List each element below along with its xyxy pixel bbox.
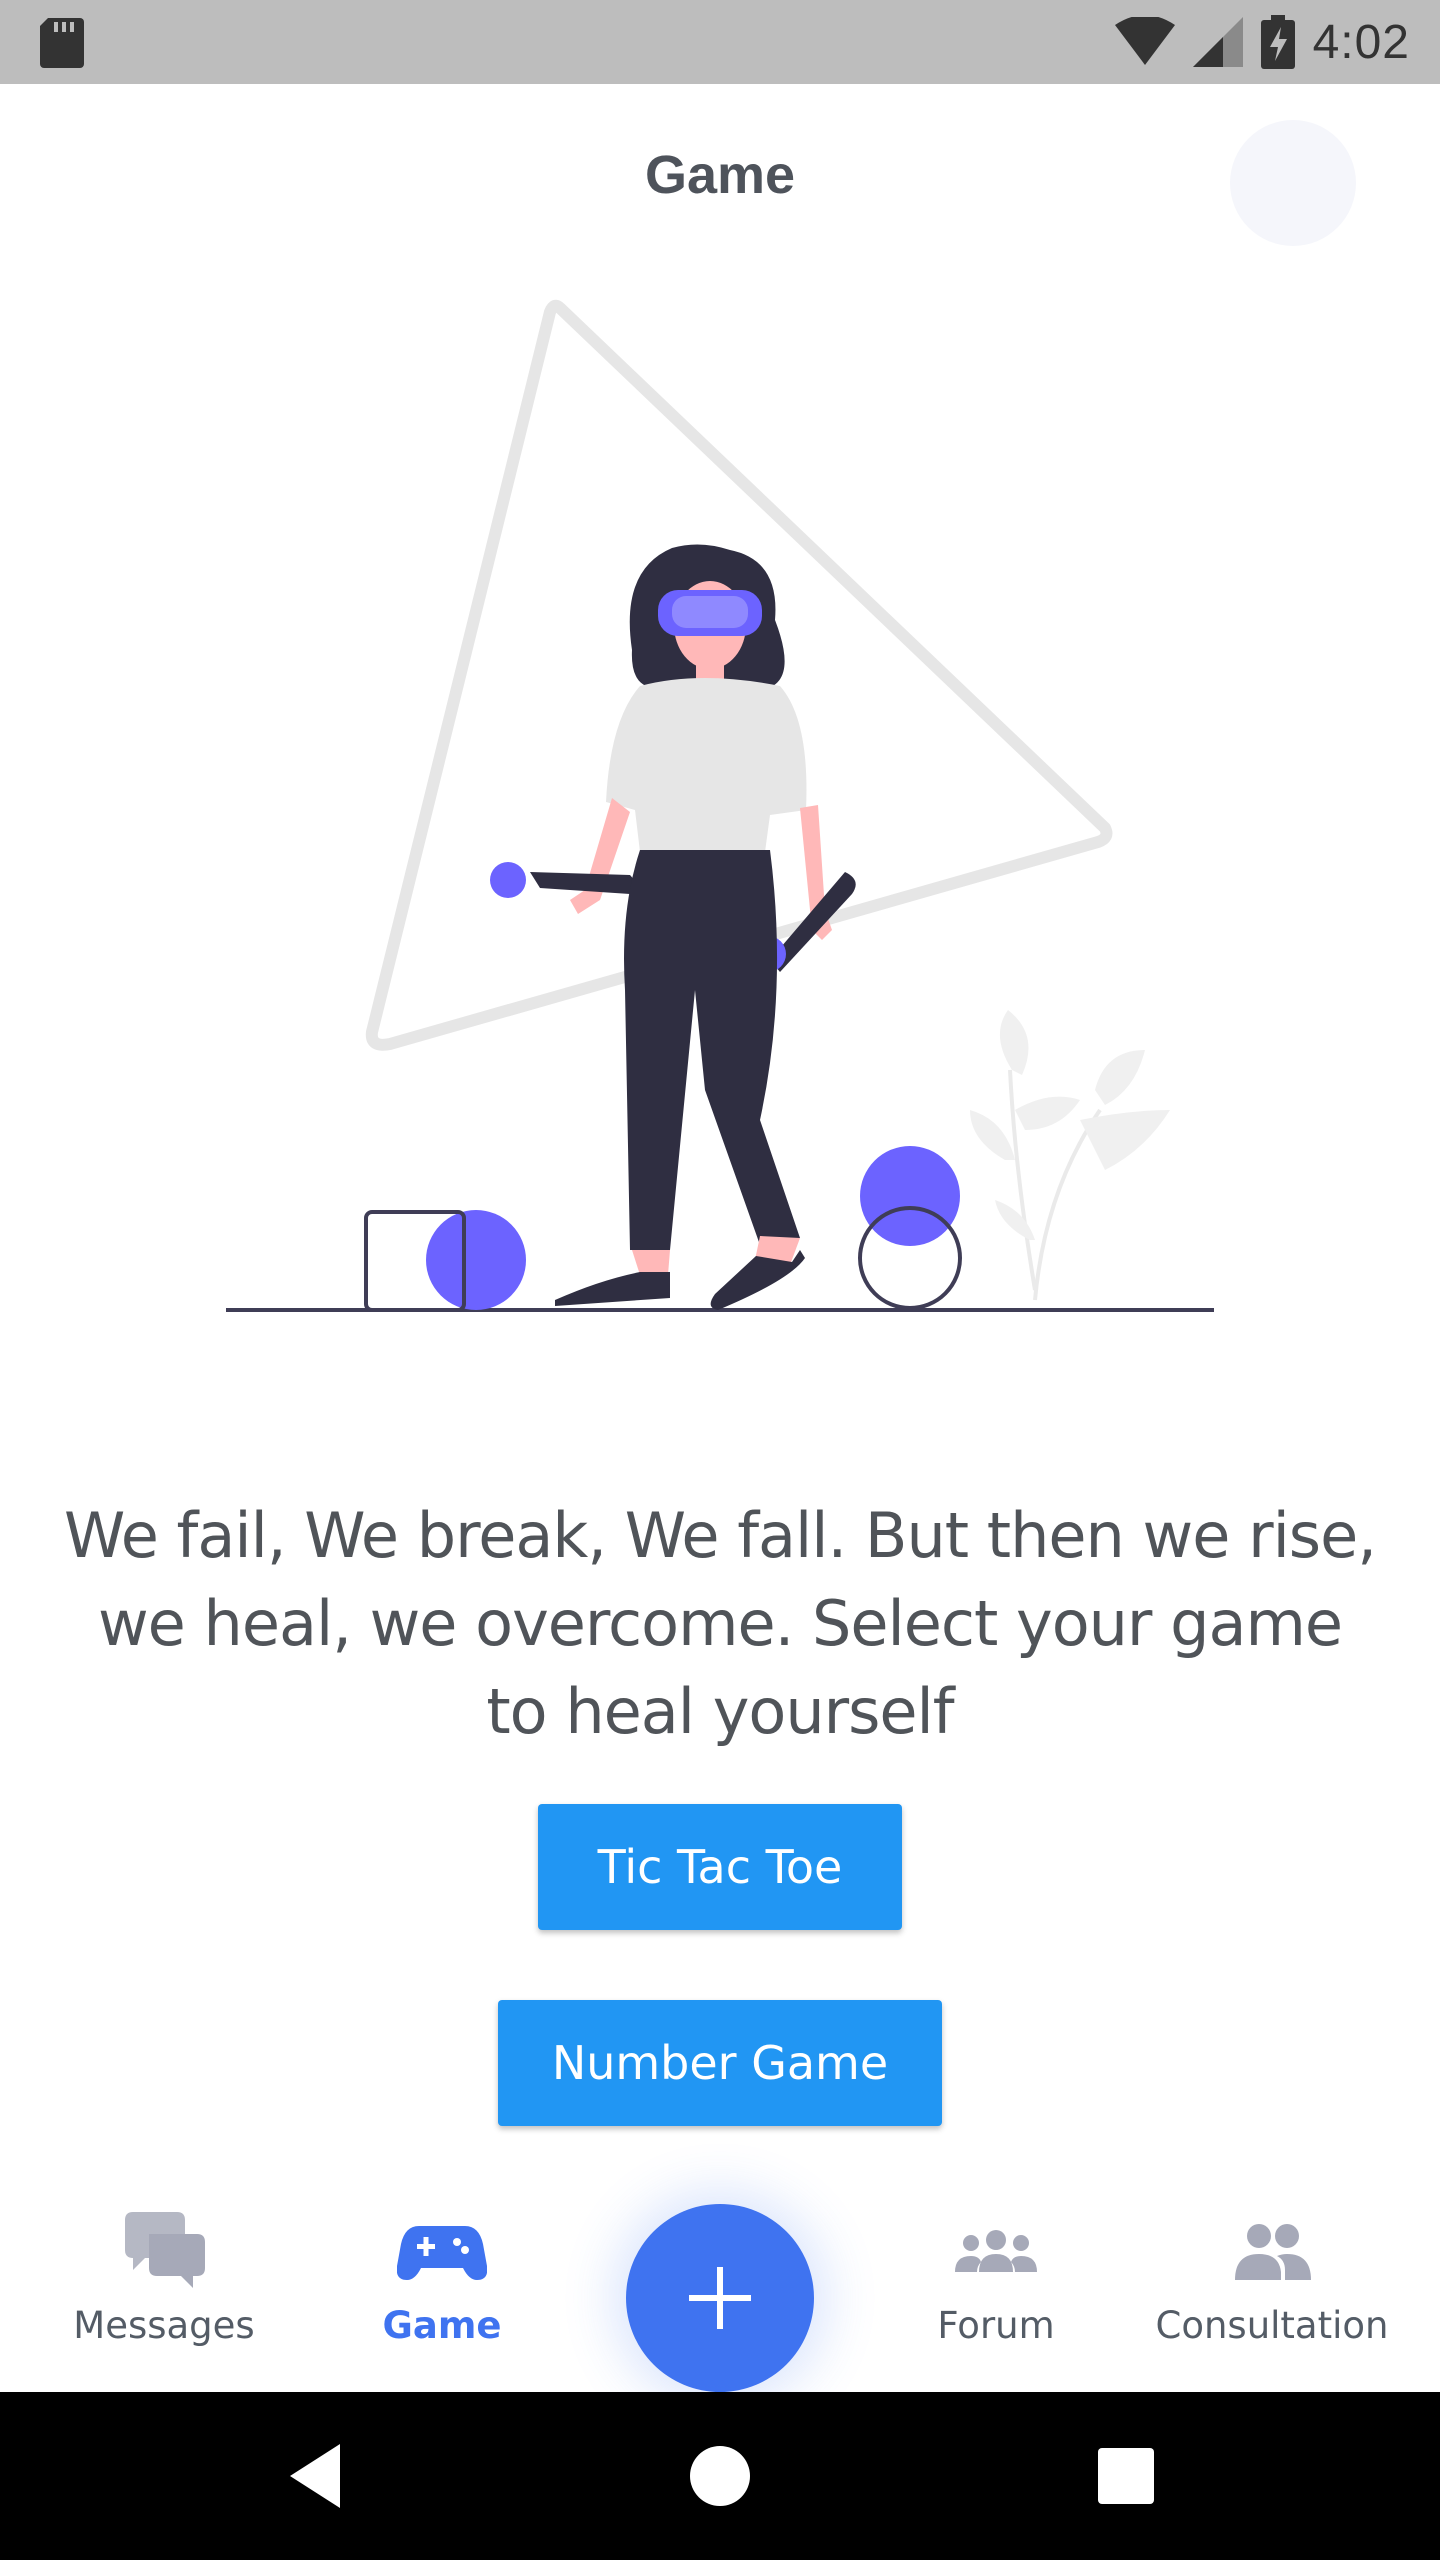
tic-tac-toe-button[interactable]: Tic Tac Toe [538, 1804, 902, 1930]
home-icon[interactable] [680, 2436, 760, 2516]
gamepad-icon [397, 2226, 487, 2280]
purple-ball [426, 1210, 526, 1310]
page-title: Game [644, 145, 796, 205]
nav-item-label: Forum [937, 2304, 1055, 2347]
plant-icon [970, 1010, 1170, 1301]
status-time: 4:02 [1312, 15, 1410, 69]
status-bar: 4:02 [0, 0, 1440, 84]
plus-icon [689, 2267, 751, 2329]
bottom-nav: Messages Game Forum Consultation [0, 2170, 1440, 2392]
nav-item-label: Messages [73, 2304, 255, 2347]
nav-item-game[interactable]: Game [304, 2210, 580, 2370]
system-nav-bar [0, 2392, 1440, 2560]
wifi-icon [1114, 17, 1175, 65]
add-button[interactable] [626, 2204, 814, 2392]
battery-charging-icon [1260, 15, 1295, 69]
back-icon[interactable] [278, 2436, 358, 2516]
motivational-quote: We fail, We break, We fall. But then we … [64, 1499, 1377, 1748]
nav-item-forum[interactable]: Forum [858, 2210, 1134, 2370]
nav-item-label: Consultation [1155, 2304, 1389, 2347]
avatar[interactable] [1230, 120, 1356, 246]
vr-woman-illustration [226, 299, 1214, 1312]
people-icon [1235, 2224, 1311, 2280]
nav-item-label: Game [382, 2304, 502, 2347]
group-icon [955, 2230, 1037, 2272]
app-bar: Game [0, 84, 1440, 280]
signal-icon [1192, 17, 1243, 67]
recents-icon[interactable] [1086, 2436, 1166, 2516]
sd-card-icon [40, 18, 84, 68]
woman-figure [490, 544, 856, 1310]
chat-bubbles-icon [125, 2212, 205, 2288]
number-game-button[interactable]: Number Game [498, 2000, 942, 2126]
nav-item-messages[interactable]: Messages [26, 2210, 302, 2370]
nav-item-consultation[interactable]: Consultation [1134, 2210, 1410, 2370]
